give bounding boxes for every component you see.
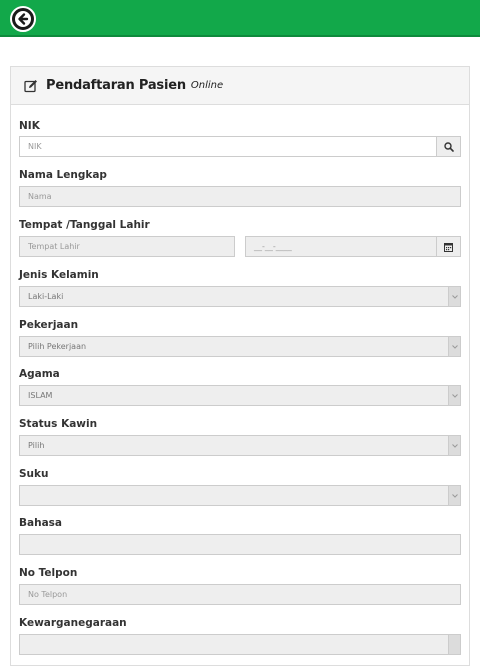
chevron-down-icon: [448, 386, 460, 405]
chevron-down-icon: [448, 635, 460, 654]
pekerjaan-select[interactable]: Pilih Pekerjaan: [19, 336, 461, 357]
suku-select[interactable]: [19, 485, 461, 506]
nik-search-button[interactable]: [436, 136, 461, 157]
nik-input[interactable]: NIK: [19, 136, 437, 157]
status-kawin-select[interactable]: Pilih: [19, 435, 461, 456]
page-title: Pendaftaran Pasien: [46, 78, 186, 93]
bahasa-label: Bahasa: [19, 517, 62, 529]
search-icon: [443, 141, 454, 152]
telpon-label: No Telpon: [19, 567, 78, 579]
nik-label: NIK: [19, 120, 40, 132]
edit-icon: [24, 79, 37, 92]
agama-select[interactable]: ISLAM: [19, 385, 461, 406]
calendar-button[interactable]: [436, 236, 461, 257]
nama-label: Nama Lengkap: [19, 169, 107, 181]
pekerjaan-value: Pilih Pekerjaan: [28, 342, 87, 351]
chevron-down-icon: [448, 436, 460, 455]
chevron-down-icon: [448, 486, 460, 505]
chevron-down-icon: [448, 337, 460, 356]
bahasa-input[interactable]: [19, 534, 461, 555]
agama-value: ISLAM: [28, 391, 53, 400]
agama-label: Agama: [19, 368, 60, 380]
pekerjaan-label: Pekerjaan: [19, 319, 79, 331]
nama-input[interactable]: Nama: [19, 186, 461, 207]
kewarganegaraan-label: Kewarganegaraan: [19, 617, 127, 629]
chevron-down-icon: [448, 287, 460, 306]
ttl-label: Tempat /Tanggal Lahir: [19, 219, 150, 231]
calendar-icon: [444, 242, 453, 252]
back-arrow-icon[interactable]: [10, 6, 36, 32]
telpon-input[interactable]: No Telpon: [19, 584, 461, 605]
jenis-kelamin-select[interactable]: Laki-Laki: [19, 286, 461, 307]
jenis-kelamin-label: Jenis Kelamin: [19, 269, 99, 281]
status-kawin-value: Pilih: [28, 441, 45, 450]
jenis-kelamin-value: Laki-Laki: [28, 292, 64, 301]
tanggal-lahir-input[interactable]: __-__-____: [245, 236, 437, 257]
suku-label: Suku: [19, 468, 49, 480]
kewarganegaraan-select[interactable]: [19, 634, 461, 655]
page-subtitle: Online: [190, 80, 224, 91]
panel-header: Pendaftaran Pasien Online: [11, 67, 469, 105]
status-kawin-label: Status Kawin: [19, 418, 98, 430]
tempat-lahir-input[interactable]: Tempat Lahir: [19, 236, 235, 257]
top-bar: [0, 0, 480, 37]
